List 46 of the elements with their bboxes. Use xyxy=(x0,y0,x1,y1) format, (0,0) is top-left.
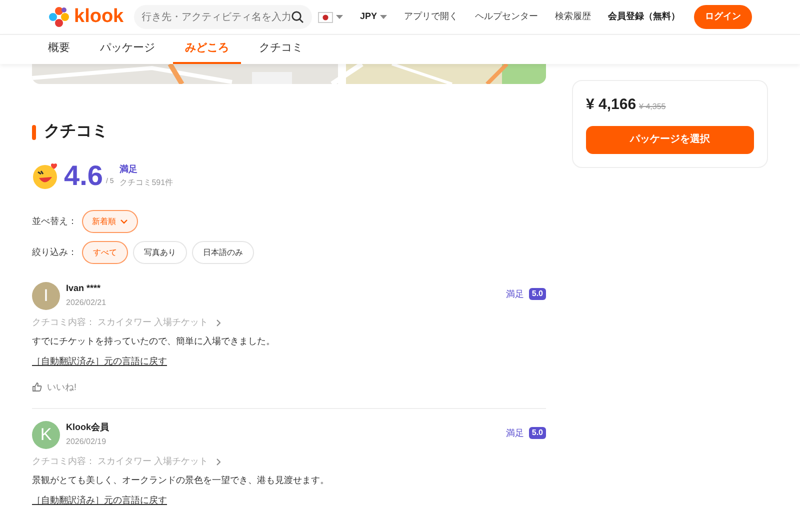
currency-selector[interactable]: JPY xyxy=(360,10,387,24)
flag-icon xyxy=(318,12,333,22)
logo-icon xyxy=(48,6,70,28)
review-text: 景観がとても美しく、オークランドの景色を一望でき、港も見渡せます。 xyxy=(32,474,330,487)
signup-link[interactable]: 会員登録（無料） xyxy=(608,10,680,24)
reviewer-name: Ivan **** xyxy=(66,282,102,295)
section-marker xyxy=(32,124,36,140)
sort-label: 並べ替え： xyxy=(32,214,78,228)
score-badge: 5.0 xyxy=(528,427,546,439)
nav-link[interactable]: 検索履歴 xyxy=(555,10,591,24)
review-count: クチコミ591件 xyxy=(120,176,174,189)
chevron-right-icon xyxy=(216,318,222,327)
filter-label: 絞り込み： xyxy=(32,246,77,259)
emoji-icon xyxy=(32,162,60,190)
chevron-down-icon xyxy=(120,219,128,224)
thumbs-up-icon xyxy=(32,382,42,392)
translation-link[interactable]: ［自動翻訳済み］元の言語に戻す xyxy=(32,355,167,368)
filter-chip[interactable]: 写真あり xyxy=(133,241,187,264)
avatar: K xyxy=(32,421,60,449)
review-date: 2026/02/19 xyxy=(66,436,108,448)
nav-link[interactable]: アプリで開く xyxy=(404,10,458,24)
tab[interactable]: 概要 xyxy=(48,35,70,64)
tab[interactable]: クチコミ xyxy=(259,35,303,64)
price: ¥ 4,166 xyxy=(586,95,636,115)
chevron-right-icon xyxy=(216,458,222,466)
rating-score: 4.6 xyxy=(64,162,103,190)
filter-chip[interactable]: 日本語のみ xyxy=(192,241,254,264)
section-title: クチコミ xyxy=(44,122,108,142)
avatar: I xyxy=(32,282,60,310)
caret-icon xyxy=(336,15,343,19)
reviewer-name: Klook会員 xyxy=(66,421,110,434)
review-date: 2026/02/21 xyxy=(66,296,106,308)
search-icon[interactable] xyxy=(290,10,304,24)
score-badge: 5.0 xyxy=(528,288,546,300)
rating-label: 満足 xyxy=(120,163,139,176)
nav-link[interactable]: ヘルプセンター xyxy=(475,10,538,24)
translation-link[interactable]: ［自動翻訳済み］元の言語に戻す xyxy=(32,494,167,508)
search-field[interactable]: 行き先・アクティビティ名を入力 xyxy=(134,5,312,29)
tab[interactable]: パッケージ xyxy=(100,35,155,64)
rating-label: 満足 xyxy=(506,288,524,301)
caret-icon xyxy=(380,15,387,19)
like-button[interactable]: いいね! xyxy=(32,380,77,394)
review-text: すでにチケットを持っていたので、簡単に入場できました。 xyxy=(32,334,276,348)
rating-label: 満足 xyxy=(506,427,524,440)
original-price: ¥ 4,355 xyxy=(639,101,666,113)
language-selector[interactable] xyxy=(318,12,343,22)
